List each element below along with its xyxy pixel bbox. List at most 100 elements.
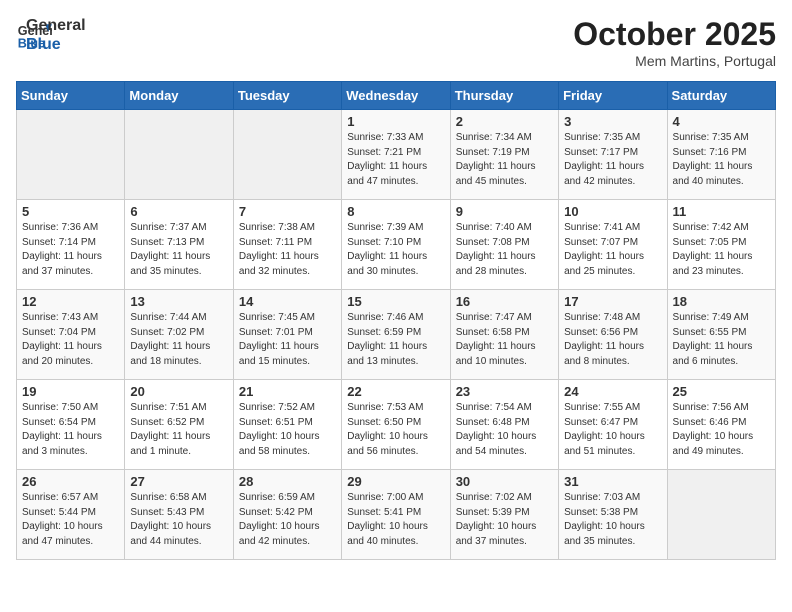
- day-number: 30: [456, 474, 553, 489]
- calendar-week-row: 1 Sunrise: 7:33 AMSunset: 7:21 PMDaylight…: [17, 110, 776, 200]
- calendar-week-row: 26Sunrise: 6:57 AMSunset: 5:44 PMDayligh…: [17, 470, 776, 560]
- day-number: 7: [239, 204, 336, 219]
- day-info: Sunrise: 7:50 AMSunset: 6:54 PMDaylight:…: [22, 401, 119, 459]
- calendar-cell: 30 Sunrise: 7:02 AMSunset: 5:39 PMDayligh…: [450, 470, 558, 560]
- day-info: Sunrise: 7:42 AMSunset: 7:05 PMDaylight:…: [673, 221, 770, 279]
- day-number: 26: [22, 474, 119, 489]
- calendar-cell: 13 Sunrise: 7:44 AMSunset: 7:02 PMDayligh…: [125, 290, 233, 380]
- day-number: 1: [347, 114, 444, 129]
- day-info: Sunrise: 7:43 AMSunset: 7:04 PMDaylight:…: [22, 311, 119, 369]
- logo-general: General: [26, 16, 86, 35]
- day-number: 12: [22, 294, 119, 309]
- calendar-cell: 28Sunrise: 6:59 AMSunset: 5:42 PMDayligh…: [233, 470, 341, 560]
- day-number: 21: [239, 384, 336, 399]
- calendar-cell: 17Sunrise: 7:48 AMSunset: 6:56 PMDayligh…: [559, 290, 667, 380]
- day-info: Sunrise: 7:00 AMSunset: 5:41 PMDaylight:…: [347, 491, 444, 549]
- day-info: Sunrise: 7:37 AMSunset: 7:13 PMDaylight:…: [130, 221, 227, 279]
- calendar-cell: 20 Sunrise: 7:51 AMSunset: 6:52 PMDayligh…: [125, 380, 233, 470]
- day-info: Sunrise: 7:48 AMSunset: 6:56 PMDaylight:…: [564, 311, 661, 369]
- day-info: Sunrise: 7:41 AMSunset: 7:07 PMDaylight:…: [564, 221, 661, 279]
- day-info: Sunrise: 7:02 AMSunset: 5:39 PMDaylight:…: [456, 491, 553, 549]
- day-info: Sunrise: 7:46 AMSunset: 6:59 PMDaylight:…: [347, 311, 444, 369]
- day-info: Sunrise: 7:53 AMSunset: 6:50 PMDaylight:…: [347, 401, 444, 459]
- calendar-cell: [233, 110, 341, 200]
- calendar-cell: 7 Sunrise: 7:38 AMSunset: 7:11 PMDaylight…: [233, 200, 341, 290]
- logo-blue: Blue: [26, 35, 86, 54]
- day-info: Sunrise: 7:49 AMSunset: 6:55 PMDaylight:…: [673, 311, 770, 369]
- calendar-cell: 22 Sunrise: 7:53 AMSunset: 6:50 PMDayligh…: [342, 380, 450, 470]
- day-number: 14: [239, 294, 336, 309]
- day-info: Sunrise: 7:34 AMSunset: 7:19 PMDaylight:…: [456, 131, 553, 189]
- calendar-table: SundayMondayTuesdayWednesdayThursdayFrid…: [16, 81, 776, 560]
- calendar-cell: 26Sunrise: 6:57 AMSunset: 5:44 PMDayligh…: [17, 470, 125, 560]
- calendar-week-row: 19 Sunrise: 7:50 AMSunset: 6:54 PMDayligh…: [17, 380, 776, 470]
- day-number: 15: [347, 294, 444, 309]
- day-info: Sunrise: 7:36 AMSunset: 7:14 PMDaylight:…: [22, 221, 119, 279]
- weekday-header-row: SundayMondayTuesdayWednesdayThursdayFrid…: [17, 82, 776, 110]
- day-number: 25: [673, 384, 770, 399]
- day-info: Sunrise: 7:35 AMSunset: 7:16 PMDaylight:…: [673, 131, 770, 189]
- day-number: 4: [673, 114, 770, 129]
- day-info: Sunrise: 7:33 AMSunset: 7:21 PMDaylight:…: [347, 131, 444, 189]
- day-number: 11: [673, 204, 770, 219]
- day-number: 24: [564, 384, 661, 399]
- calendar-cell: 24 Sunrise: 7:55 AMSunset: 6:47 PMDayligh…: [559, 380, 667, 470]
- subtitle: Mem Martins, Portugal: [573, 53, 776, 69]
- day-number: 13: [130, 294, 227, 309]
- calendar-cell: 18Sunrise: 7:49 AMSunset: 6:55 PMDayligh…: [667, 290, 775, 380]
- page-header: General Blue General Blue October 2025 M…: [16, 16, 776, 69]
- calendar-cell: [667, 470, 775, 560]
- day-info: Sunrise: 7:03 AMSunset: 5:38 PMDaylight:…: [564, 491, 661, 549]
- day-info: Sunrise: 7:54 AMSunset: 6:48 PMDaylight:…: [456, 401, 553, 459]
- day-info: Sunrise: 7:55 AMSunset: 6:47 PMDaylight:…: [564, 401, 661, 459]
- calendar-cell: 23 Sunrise: 7:54 AMSunset: 6:48 PMDayligh…: [450, 380, 558, 470]
- day-number: 5: [22, 204, 119, 219]
- day-number: 23: [456, 384, 553, 399]
- calendar-cell: 10 Sunrise: 7:41 AMSunset: 7:07 PMDayligh…: [559, 200, 667, 290]
- calendar-cell: 14Sunrise: 7:45 AMSunset: 7:01 PMDayligh…: [233, 290, 341, 380]
- day-number: 10: [564, 204, 661, 219]
- day-info: Sunrise: 7:39 AMSunset: 7:10 PMDaylight:…: [347, 221, 444, 279]
- day-number: 8: [347, 204, 444, 219]
- weekday-header-sunday: Sunday: [17, 82, 125, 110]
- calendar-cell: 9 Sunrise: 7:40 AMSunset: 7:08 PMDaylight…: [450, 200, 558, 290]
- day-number: 16: [456, 294, 553, 309]
- day-info: Sunrise: 7:40 AMSunset: 7:08 PMDaylight:…: [456, 221, 553, 279]
- calendar-cell: 1 Sunrise: 7:33 AMSunset: 7:21 PMDaylight…: [342, 110, 450, 200]
- day-info: Sunrise: 7:51 AMSunset: 6:52 PMDaylight:…: [130, 401, 227, 459]
- weekday-header-wednesday: Wednesday: [342, 82, 450, 110]
- calendar-cell: 31Sunrise: 7:03 AMSunset: 5:38 PMDayligh…: [559, 470, 667, 560]
- calendar-cell: [17, 110, 125, 200]
- calendar-cell: 27Sunrise: 6:58 AMSunset: 5:43 PMDayligh…: [125, 470, 233, 560]
- weekday-header-monday: Monday: [125, 82, 233, 110]
- weekday-header-saturday: Saturday: [667, 82, 775, 110]
- day-number: 20: [130, 384, 227, 399]
- day-number: 19: [22, 384, 119, 399]
- title-block: October 2025 Mem Martins, Portugal: [573, 16, 776, 69]
- calendar-cell: 12 Sunrise: 7:43 AMSunset: 7:04 PMDayligh…: [17, 290, 125, 380]
- logo: General Blue General Blue: [16, 16, 86, 54]
- calendar-cell: 29 Sunrise: 7:00 AMSunset: 5:41 PMDayligh…: [342, 470, 450, 560]
- day-number: 6: [130, 204, 227, 219]
- day-info: Sunrise: 7:35 AMSunset: 7:17 PMDaylight:…: [564, 131, 661, 189]
- day-info: Sunrise: 7:38 AMSunset: 7:11 PMDaylight:…: [239, 221, 336, 279]
- calendar-cell: 15 Sunrise: 7:46 AMSunset: 6:59 PMDayligh…: [342, 290, 450, 380]
- day-info: Sunrise: 7:56 AMSunset: 6:46 PMDaylight:…: [673, 401, 770, 459]
- day-number: 22: [347, 384, 444, 399]
- calendar-cell: 6 Sunrise: 7:37 AMSunset: 7:13 PMDaylight…: [125, 200, 233, 290]
- calendar-cell: 25 Sunrise: 7:56 AMSunset: 6:46 PMDayligh…: [667, 380, 775, 470]
- calendar-cell: 2Sunrise: 7:34 AMSunset: 7:19 PMDaylight…: [450, 110, 558, 200]
- day-number: 3: [564, 114, 661, 129]
- day-number: 9: [456, 204, 553, 219]
- day-number: 28: [239, 474, 336, 489]
- day-info: Sunrise: 7:44 AMSunset: 7:02 PMDaylight:…: [130, 311, 227, 369]
- weekday-header-friday: Friday: [559, 82, 667, 110]
- calendar-cell: 5 Sunrise: 7:36 AMSunset: 7:14 PMDaylight…: [17, 200, 125, 290]
- day-info: Sunrise: 7:47 AMSunset: 6:58 PMDaylight:…: [456, 311, 553, 369]
- day-number: 29: [347, 474, 444, 489]
- calendar-cell: 3 Sunrise: 7:35 AMSunset: 7:17 PMDaylight…: [559, 110, 667, 200]
- day-info: Sunrise: 7:52 AMSunset: 6:51 PMDaylight:…: [239, 401, 336, 459]
- day-info: Sunrise: 6:58 AMSunset: 5:43 PMDaylight:…: [130, 491, 227, 549]
- calendar-cell: 21 Sunrise: 7:52 AMSunset: 6:51 PMDayligh…: [233, 380, 341, 470]
- calendar-cell: [125, 110, 233, 200]
